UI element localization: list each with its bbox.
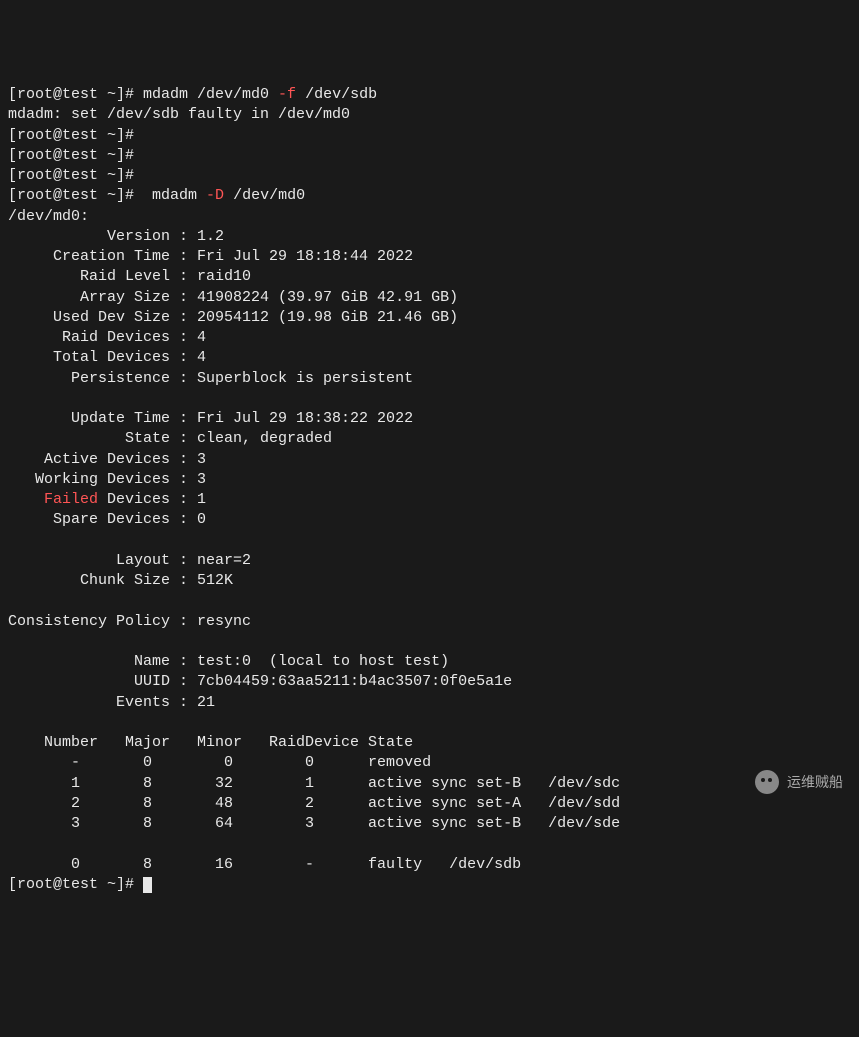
terminal-text: UUID : 7cb04459:63aa5211:b4ac3507:0f0e5a… — [8, 673, 512, 690]
terminal-text: [root@test ~]# — [8, 876, 143, 893]
terminal-line: Events : 21 — [8, 693, 851, 713]
terminal-line: UUID : 7cb04459:63aa5211:b4ac3507:0f0e5a… — [8, 672, 851, 692]
terminal-text: -f — [278, 86, 296, 103]
terminal-text: 3 8 64 3 active sync set-B /dev/sde — [8, 815, 620, 832]
terminal-line: Active Devices : 3 — [8, 450, 851, 470]
terminal-line: 2 8 48 2 active sync set-A /dev/sdd — [8, 794, 851, 814]
terminal-line: /dev/md0: — [8, 207, 851, 227]
terminal-line: State : clean, degraded — [8, 429, 851, 449]
terminal-line: Failed Devices : 1 — [8, 490, 851, 510]
terminal-line — [8, 531, 851, 551]
terminal-text: State : clean, degraded — [8, 430, 332, 447]
terminal-line: [root@test ~]# mdadm -D /dev/md0 — [8, 186, 851, 206]
terminal-line: 1 8 32 1 active sync set-B /dev/sdc — [8, 774, 851, 794]
terminal-text: Used Dev Size : 20954112 (19.98 GiB 21.4… — [8, 309, 458, 326]
terminal-text — [8, 491, 44, 508]
terminal-text: [root@test ~]# — [8, 147, 134, 164]
terminal-line: 0 8 16 - faulty /dev/sdb — [8, 855, 851, 875]
terminal-text: [root@test ~]# — [8, 127, 134, 144]
terminal-text: Devices : 1 — [98, 491, 206, 508]
terminal-line: [root@test ~]# — [8, 166, 851, 186]
terminal-line — [8, 834, 851, 854]
terminal-line — [8, 389, 851, 409]
terminal-text: 2 8 48 2 active sync set-A /dev/sdd — [8, 795, 620, 812]
terminal-text: Raid Devices : 4 — [8, 329, 206, 346]
terminal-line — [8, 632, 851, 652]
terminal-line: Spare Devices : 0 — [8, 510, 851, 530]
terminal-line: [root@test ~]# — [8, 146, 851, 166]
terminal-line: Persistence : Superblock is persistent — [8, 369, 851, 389]
terminal-text: 1 8 32 1 active sync set-B /dev/sdc — [8, 775, 620, 792]
terminal-text: Number Major Minor RaidDevice State — [8, 734, 413, 751]
terminal-text: [root@test ~]# mdadm — [8, 187, 206, 204]
terminal-text: Version : 1.2 — [8, 228, 224, 245]
terminal-line: [root@test ~]# — [8, 875, 851, 895]
terminal-line: [root@test ~]# mdadm /dev/md0 -f /dev/sd… — [8, 85, 851, 105]
terminal-line: Array Size : 41908224 (39.97 GiB 42.91 G… — [8, 288, 851, 308]
terminal-line: 3 8 64 3 active sync set-B /dev/sde — [8, 814, 851, 834]
terminal-line: [root@test ~]# — [8, 126, 851, 146]
terminal-line: Update Time : Fri Jul 29 18:38:22 2022 — [8, 409, 851, 429]
terminal-text: [root@test ~]# — [8, 167, 134, 184]
terminal-text: Array Size : 41908224 (39.97 GiB 42.91 G… — [8, 289, 458, 306]
terminal-text: - 0 0 0 removed — [8, 754, 431, 771]
terminal-text: Total Devices : 4 — [8, 349, 206, 366]
terminal-text: Failed — [44, 491, 98, 508]
watermark: 运维贼船 — [755, 770, 843, 794]
terminal-text: Name : test:0 (local to host test) — [8, 653, 449, 670]
terminal-text: /dev/md0 — [224, 187, 305, 204]
cursor — [143, 877, 152, 893]
terminal-line — [8, 713, 851, 733]
terminal-text: Events : 21 — [8, 694, 215, 711]
terminal-line: Consistency Policy : resync — [8, 612, 851, 632]
terminal-text: -D — [206, 187, 224, 204]
terminal-text: Chunk Size : 512K — [8, 572, 233, 589]
terminal-text: 0 8 16 - faulty /dev/sdb — [8, 856, 521, 873]
terminal-line: Working Devices : 3 — [8, 470, 851, 490]
terminal-line: mdadm: set /dev/sdb faulty in /dev/md0 — [8, 105, 851, 125]
terminal-text: /dev/md0: — [8, 208, 89, 225]
terminal-text: Creation Time : Fri Jul 29 18:18:44 2022 — [8, 248, 413, 265]
terminal-line: Number Major Minor RaidDevice State — [8, 733, 851, 753]
terminal-line: Name : test:0 (local to host test) — [8, 652, 851, 672]
terminal-text: Working Devices : 3 — [8, 471, 206, 488]
terminal-output[interactable]: [root@test ~]# mdadm /dev/md0 -f /dev/sd… — [8, 85, 851, 895]
terminal-line: Version : 1.2 — [8, 227, 851, 247]
terminal-text: Persistence : Superblock is persistent — [8, 370, 413, 387]
terminal-line: Creation Time : Fri Jul 29 18:18:44 2022 — [8, 247, 851, 267]
terminal-text: Consistency Policy : resync — [8, 613, 251, 630]
terminal-line — [8, 591, 851, 611]
terminal-line: Layout : near=2 — [8, 551, 851, 571]
terminal-line: Raid Devices : 4 — [8, 328, 851, 348]
terminal-text: Active Devices : 3 — [8, 451, 206, 468]
terminal-text: Update Time : Fri Jul 29 18:38:22 2022 — [8, 410, 413, 427]
terminal-text: Spare Devices : 0 — [8, 511, 206, 528]
terminal-text: Layout : near=2 — [8, 552, 251, 569]
terminal-line: - 0 0 0 removed — [8, 753, 851, 773]
terminal-line: Raid Level : raid10 — [8, 267, 851, 287]
terminal-text: /dev/sdb — [296, 86, 377, 103]
terminal-line: Chunk Size : 512K — [8, 571, 851, 591]
terminal-text: [root@test ~]# mdadm /dev/md0 — [8, 86, 278, 103]
terminal-line: Used Dev Size : 20954112 (19.98 GiB 21.4… — [8, 308, 851, 328]
wechat-icon — [755, 770, 779, 794]
watermark-text: 运维贼船 — [787, 773, 843, 792]
terminal-text: mdadm: set /dev/sdb faulty in /dev/md0 — [8, 106, 350, 123]
terminal-line: Total Devices : 4 — [8, 348, 851, 368]
terminal-text: Raid Level : raid10 — [8, 268, 251, 285]
